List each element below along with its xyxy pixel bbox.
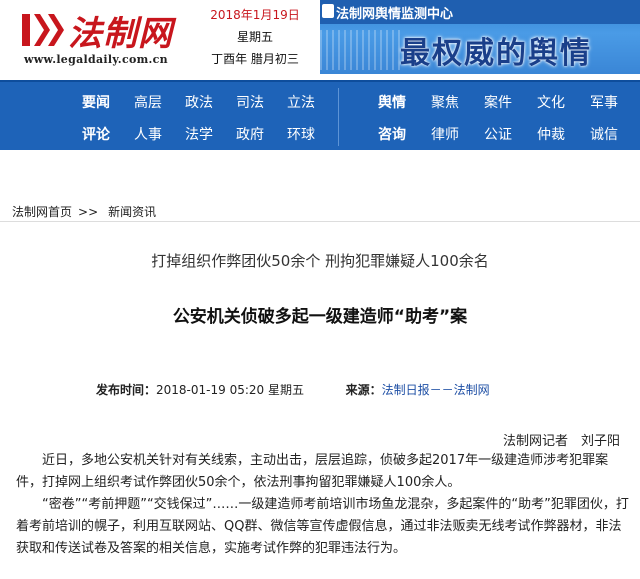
article-meta: 发布时间：2018-01-19 05:20 星期五 来源：法制日报－－法制网: [96, 381, 490, 398]
nav-item-lifa[interactable]: 立法: [287, 92, 315, 112]
publish-time: 2018-01-19 05:20 星期五: [156, 383, 304, 397]
nav-item-junshi[interactable]: 军事: [590, 92, 618, 112]
nav-item-wenhua[interactable]: 文化: [537, 92, 565, 112]
nav-item-anjian[interactable]: 案件: [484, 92, 512, 112]
publish-time-label: 发布时间：: [96, 383, 157, 397]
nav-item-gongzheng[interactable]: 公证: [484, 124, 512, 144]
nav-row-2: 评论 人事 法学 政府 环球 咨询 律师 公证 仲裁 诚信: [0, 118, 640, 152]
source-label: 来源：: [345, 383, 382, 397]
nav-item-lvshi[interactable]: 律师: [431, 124, 459, 144]
nav-item-zhengfu[interactable]: 政府: [236, 124, 264, 144]
nav-item-chengxin[interactable]: 诚信: [590, 124, 618, 144]
site-logo[interactable]: 法制网 www.legaldaily.com.cn: [20, 6, 180, 72]
banner-top-bar: 法制网舆情监测中心: [320, 0, 640, 24]
article-paragraph: “密卷”“考前押题”“交钱保过”……一级建造师考前培训市场鱼龙混杂，多起案件的“…: [16, 497, 629, 556]
breadcrumb: 法制网首页 >> 新闻资讯: [12, 203, 156, 220]
breadcrumb-home-link[interactable]: 法制网首页: [12, 205, 72, 219]
breadcrumb-divider: [0, 221, 640, 222]
nav-item-zhongcai[interactable]: 仲裁: [537, 124, 565, 144]
logo-emblem-icon: [22, 14, 64, 46]
nav-item-jujiao[interactable]: 聚焦: [431, 92, 459, 112]
nav-item-sifa[interactable]: 司法: [236, 92, 264, 112]
nav-item-renshi[interactable]: 人事: [134, 124, 162, 144]
logo-url: www.legaldaily.com.cn: [24, 53, 168, 66]
nav-item-huanqiu[interactable]: 环球: [287, 124, 315, 144]
nav-item-pinglun[interactable]: 评论: [82, 124, 110, 144]
lunar-date-text: 丁酉年 腊月初三: [211, 52, 299, 66]
nav-divider: [338, 88, 339, 146]
main-nav: 要闻 高层 政法 司法 立法 舆情 聚焦 案件 文化 军事 评论 人事 法学 政…: [0, 80, 640, 150]
nav-item-gaoceng[interactable]: 高层: [134, 92, 162, 112]
nav-item-yaowen[interactable]: 要闻: [82, 92, 110, 112]
nav-item-faxue[interactable]: 法学: [185, 124, 213, 144]
nav-item-yuqing[interactable]: 舆情: [378, 92, 406, 112]
logo-text: 法制网: [68, 14, 173, 54]
breadcrumb-separator: >>: [78, 205, 99, 219]
article-body: 近日，多地公安机关针对有关线索，主动出击，层层追踪，侦破多起2017年一级建造师…: [16, 450, 630, 560]
monitor-center-banner[interactable]: 法制网舆情监测中心 最权威的舆情: [320, 0, 640, 74]
banner-top-label: 法制网舆情监测中心: [336, 7, 454, 22]
article-title: 公安机关侦破多起一级建造师“助考”案: [172, 307, 468, 327]
banner-decoration: [320, 30, 400, 70]
nav-item-zhengfa[interactable]: 政法: [185, 92, 213, 112]
article-subtitle: 打掉组织作弊团伙50余个 刑拘犯罪嫌疑人100余名: [151, 252, 489, 270]
nav-item-zixun[interactable]: 咨询: [378, 124, 406, 144]
nav-row-1: 要闻 高层 政法 司法 立法 舆情 聚焦 案件 文化 军事: [0, 86, 640, 120]
banner-main-text: 最权威的舆情: [400, 36, 592, 71]
site-header: 法制网 www.legaldaily.com.cn 2018年1月19日 星期五…: [0, 0, 640, 80]
source-link[interactable]: 法制日报－－法制网: [382, 383, 490, 397]
article-author: 法制网记者 刘子阳: [502, 434, 620, 449]
breadcrumb-current[interactable]: 新闻资讯: [108, 205, 156, 219]
date-text: 2018年1月19日: [210, 8, 300, 22]
weekday-text: 星期五: [236, 30, 273, 44]
article-paragraph: 近日，多地公安机关针对有关线索，主动出击，层层追踪，侦破多起2017年一级建造师…: [16, 453, 609, 490]
date-box: 2018年1月19日 星期五 丁酉年 腊月初三: [200, 4, 310, 70]
banner-logo-icon: [322, 4, 334, 18]
